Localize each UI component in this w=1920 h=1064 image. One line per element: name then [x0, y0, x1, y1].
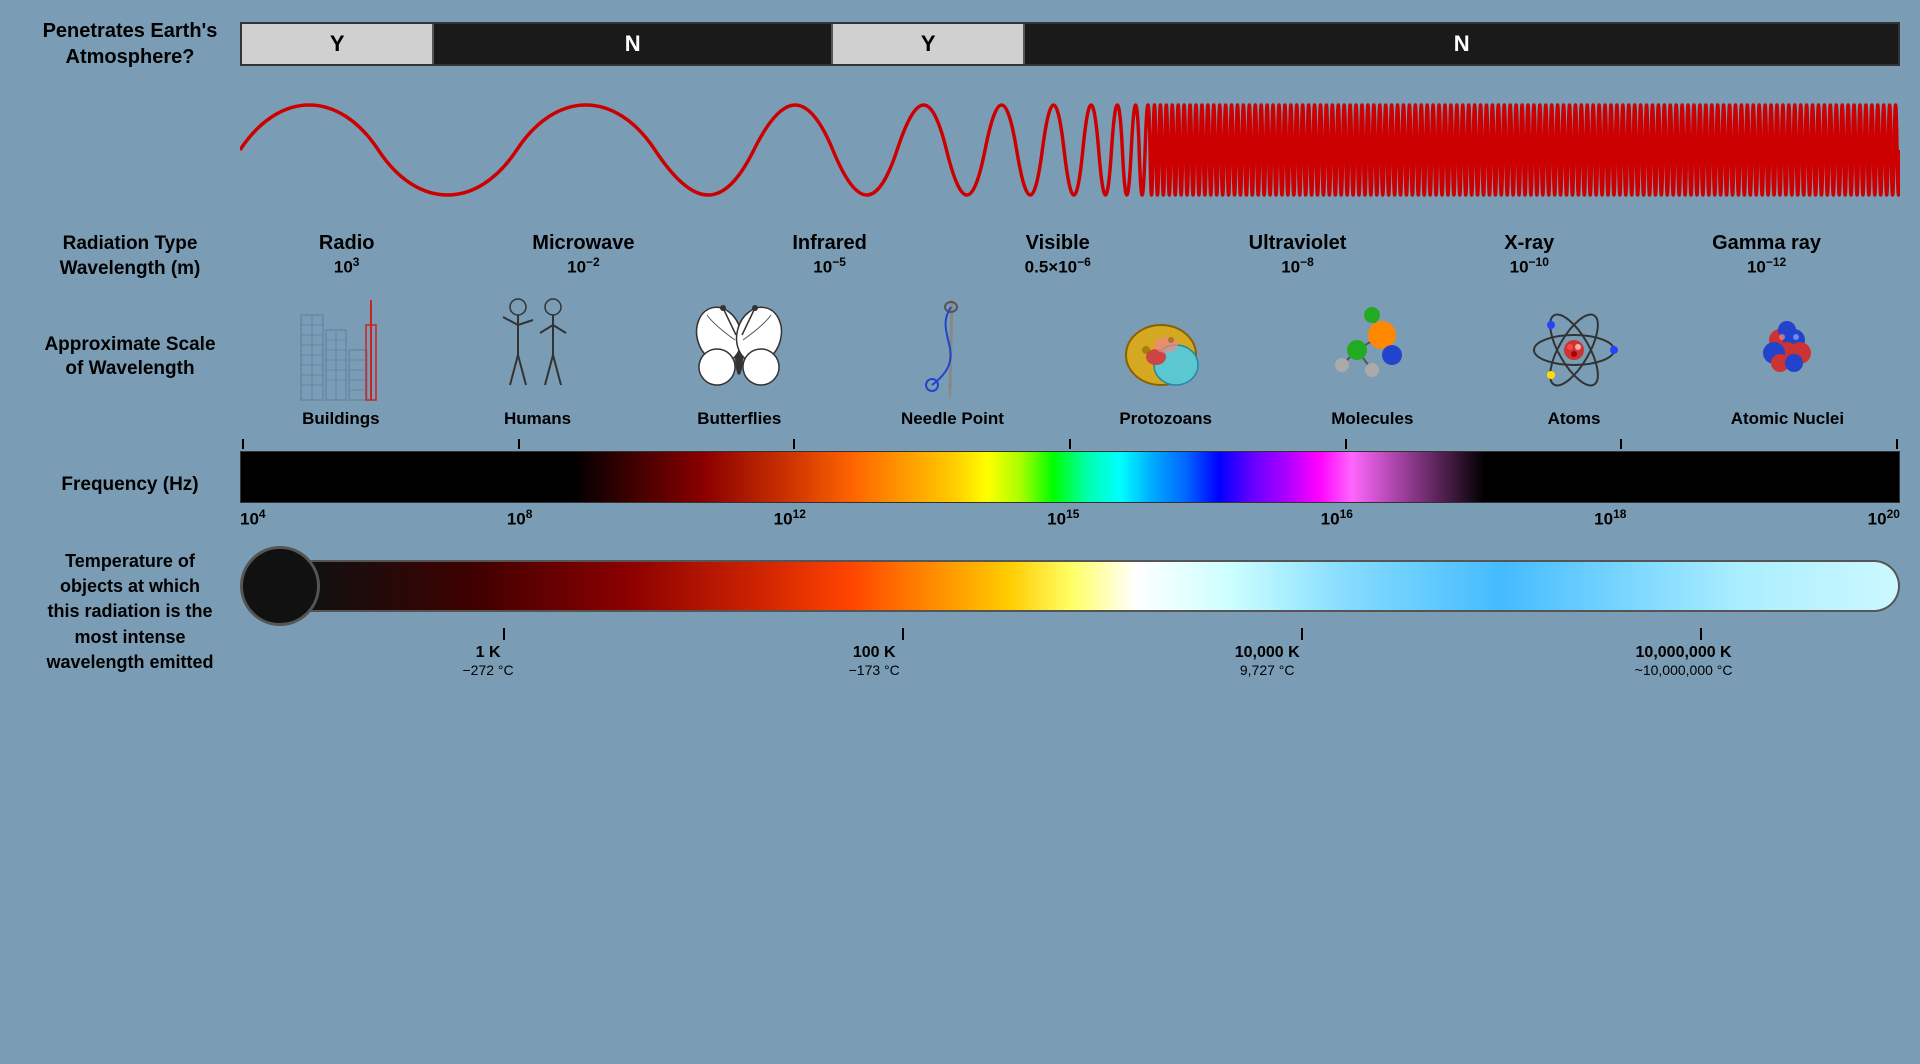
butterfly-icon: [689, 285, 789, 405]
thermometer-col: 1 K −272 °C 100 K −173 °C 10,000 K 9,727…: [240, 546, 1900, 678]
atm-yes-2: Y: [833, 24, 1025, 64]
frequency-label: Frequency (Hz): [20, 474, 240, 496]
atmosphere-label: Penetrates Earth's Atmosphere?: [20, 18, 240, 70]
thermometer: [240, 546, 1900, 626]
scale-icons: Buildings: [240, 285, 1900, 429]
frequency-numbers: 104 108 1012 1015 1016 1018 1020: [240, 507, 1900, 530]
atm-no-2: N: [1025, 24, 1898, 64]
atm-no-1: N: [434, 24, 833, 64]
scale-butterflies: Butterflies: [689, 285, 789, 429]
scale-row: Approximate Scale of Wavelength: [20, 285, 1900, 429]
temperature-label: Temperature of objects at which this rad…: [20, 549, 240, 675]
rad-ultraviolet: Ultraviolet 10−8: [1249, 232, 1347, 278]
temp-100k: 100 K −173 °C: [849, 644, 900, 678]
radiation-row: Radiation Type Wavelength (m) Radio 103 …: [20, 232, 1900, 281]
rad-gammaray: Gamma ray 10−12: [1712, 232, 1821, 278]
frequency-row: Frequency (Hz) 104 108 1012 1015 1016 10…: [20, 439, 1900, 530]
radiation-types: Radio 103 Microwave 10−2 Infrared 10−5 V…: [240, 232, 1900, 278]
buildings-icon: [296, 285, 386, 405]
scale-buildings: Buildings: [296, 285, 386, 429]
needle-icon: [912, 285, 992, 405]
molecule-icon: [1327, 285, 1417, 405]
atmosphere-bar: Y N Y N: [240, 22, 1900, 66]
scale-atoms: Atoms: [1529, 285, 1619, 429]
thermometer-bulb: [240, 546, 320, 626]
scale-label: Approximate Scale of Wavelength: [20, 333, 240, 382]
atom-icon: [1529, 285, 1619, 405]
frequency-bar-col: 104 108 1012 1015 1016 1018 1020: [240, 439, 1900, 530]
radiation-label: Radiation Type Wavelength (m): [20, 232, 240, 281]
scale-humans: Humans: [498, 285, 578, 429]
atmosphere-row: Penetrates Earth's Atmosphere? Y N Y N: [20, 18, 1900, 70]
humans-icon: [498, 285, 578, 405]
protozoan-icon: [1116, 285, 1216, 405]
rad-xray: X-ray 10−10: [1504, 232, 1554, 278]
rad-microwave: Microwave 10−2: [532, 232, 634, 278]
rad-radio: Radio 103: [319, 232, 375, 278]
temp-10m-k: 10,000,000 K ~10,000,000 °C: [1635, 644, 1733, 678]
scale-nuclei: Atomic Nuclei: [1731, 285, 1844, 429]
atm-yes-1: Y: [242, 24, 434, 64]
thermometer-bar: [310, 560, 1900, 612]
wave-row: [20, 70, 1900, 230]
scale-needle: Needle Point: [901, 285, 1004, 429]
main-container: Penetrates Earth's Atmosphere? Y N Y N R…: [0, 0, 1920, 1064]
temperature-row: Temperature of objects at which this rad…: [20, 546, 1900, 678]
frequency-spectrum-bar: [240, 451, 1900, 503]
scale-protozoans: Protozoans: [1116, 285, 1216, 429]
electromagnetic-wave: [240, 70, 1900, 225]
rad-infrared: Infrared 10−5: [792, 232, 866, 278]
temp-10000k: 10,000 K 9,727 °C: [1235, 644, 1300, 678]
scale-molecules: Molecules: [1327, 285, 1417, 429]
rad-visible: Visible 0.5×10−6: [1025, 232, 1091, 278]
atomic-nucleus-icon: [1747, 285, 1827, 405]
temp-1k: 1 K −272 °C: [462, 644, 513, 678]
